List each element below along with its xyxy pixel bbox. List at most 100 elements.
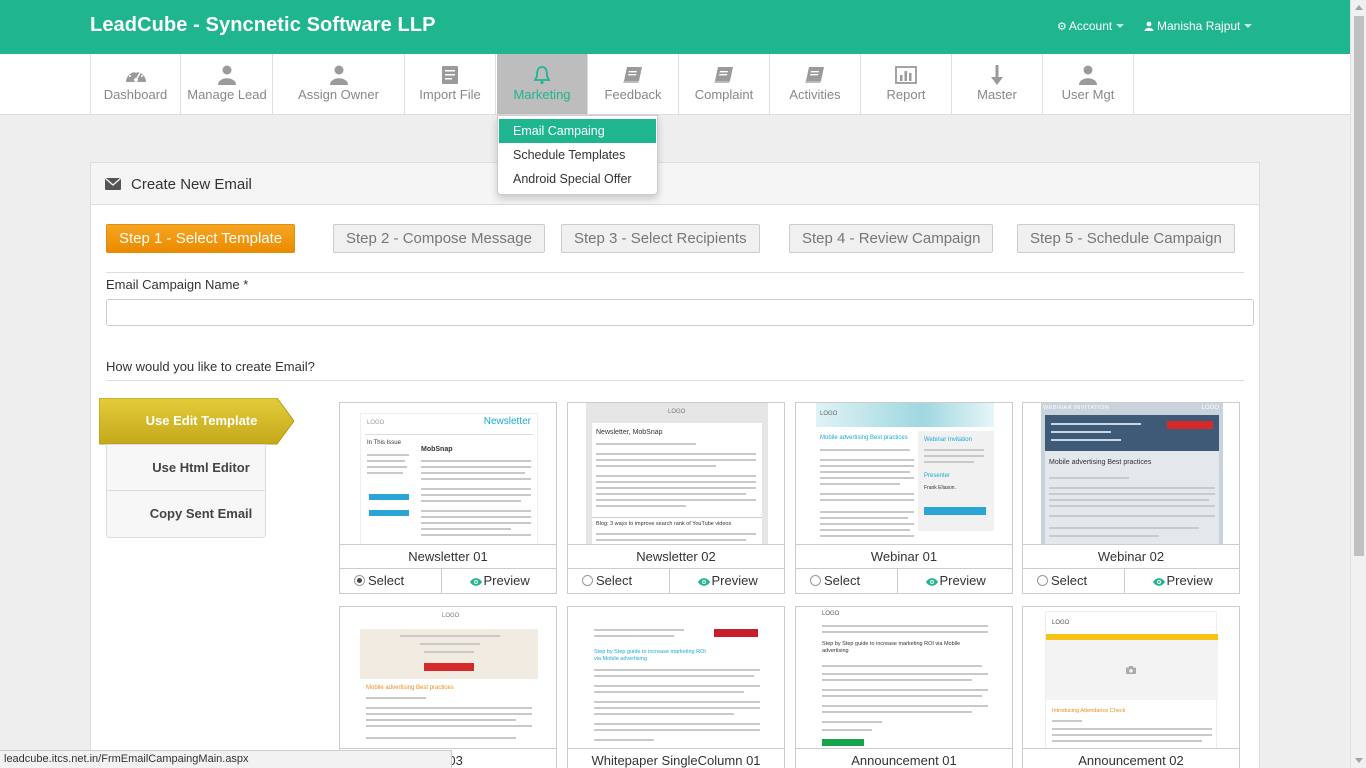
eye-icon xyxy=(925,578,938,586)
template-card: LOGO Newsletter In This Issue MobSnap Ne… xyxy=(339,402,557,594)
top-header: LeadCube - Syncnetic Software LLP ⚙ Accou… xyxy=(0,0,1350,54)
template-card: LOGO Mobile advertising Best practices a… xyxy=(339,606,557,768)
nav-item-activities[interactable]: Activities xyxy=(770,54,861,114)
step-4-button[interactable]: Step 4 - Review Campaign xyxy=(789,224,994,253)
select-radio[interactable]: Select xyxy=(1023,569,1125,593)
use-edit-template-tab[interactable]: Use Edit Template xyxy=(99,398,294,446)
file-icon xyxy=(442,66,458,84)
thumb-text: Presenter xyxy=(924,473,951,479)
step-3-button[interactable]: Step 3 - Select Recipients xyxy=(561,224,760,253)
template-thumbnail[interactable]: LOGO Step by Step guide to increase mark… xyxy=(796,607,1012,749)
step-2-button[interactable]: Step 2 - Compose Message xyxy=(333,224,545,253)
template-card: LOGO Step by Step guide to increase mark… xyxy=(795,606,1013,768)
nav-label: Dashboard xyxy=(103,87,168,102)
menu-item-android-special-offer[interactable]: Android Special Offer xyxy=(498,167,657,191)
use-html-editor-tab[interactable]: Use Html Editor xyxy=(106,444,266,491)
scrollbar-thumb[interactable] xyxy=(1354,16,1364,556)
thumb-text: In This Issue xyxy=(367,440,401,446)
select-radio[interactable]: Select xyxy=(568,569,670,593)
step-5-button[interactable]: Step 5 - Schedule Campaign xyxy=(1017,224,1235,253)
nav-label: User Mgt xyxy=(1061,87,1115,102)
create-email-panel: Create New Email Step 1 - Select Templat… xyxy=(90,162,1260,768)
bar-chart-icon xyxy=(895,66,917,84)
nav-item-marketing[interactable]: Marketing xyxy=(497,54,588,114)
thumb-logo: LOGO xyxy=(668,409,686,415)
preview-link[interactable]: Preview xyxy=(1125,569,1240,593)
thumb-title: Newsletter xyxy=(483,416,531,427)
campaign-name-input[interactable] xyxy=(106,299,1254,326)
preview-link[interactable]: Preview xyxy=(442,569,557,593)
preview-link[interactable]: Preview xyxy=(898,569,1013,593)
radio-icon xyxy=(582,575,593,586)
nav-item-feedback[interactable]: Feedback xyxy=(588,54,679,114)
select-label: Select xyxy=(1051,573,1088,588)
copy-sent-email-tab[interactable]: Copy Sent Email xyxy=(106,491,266,538)
nav-item-manage-lead[interactable]: Manage Lead xyxy=(182,54,273,114)
template-thumbnail[interactable]: LOGO Mobile advertising Best practices xyxy=(340,607,556,749)
template-card: LOGO Mobile advertising Best practices W… xyxy=(795,402,1013,594)
brand-title[interactable]: LeadCube - Syncnetic Software LLP xyxy=(90,14,436,37)
thumb-logo: LOGO xyxy=(822,611,840,617)
thumb-text: Newsletter, MobSnap xyxy=(596,429,663,436)
camera-icon xyxy=(1126,666,1136,674)
template-thumbnail[interactable]: LOGO Newsletter In This Issue MobSnap xyxy=(340,403,556,545)
status-url: leadcube.itcs.net.in/FrmEmailCampaingMai… xyxy=(0,750,452,768)
divider xyxy=(106,380,1244,381)
dashboard-icon xyxy=(125,71,146,82)
nav-label: Complaint xyxy=(694,87,754,102)
template-actions: Select Preview xyxy=(340,569,556,593)
thumb-text: Step by Step guide to increase marketing… xyxy=(594,649,706,662)
menu-item-schedule-templates[interactable]: Schedule Templates xyxy=(498,143,657,167)
vertical-scrollbar[interactable] xyxy=(1350,0,1366,768)
thumb-logo: LOGO xyxy=(367,420,385,426)
user-name: Manisha Rajput xyxy=(1157,19,1241,33)
template-name: Webinar 02 xyxy=(1023,545,1239,569)
template-thumbnail[interactable]: LOGO Mobile advertising Best practices W… xyxy=(796,403,1012,545)
template-card: LOGO Introducing Attendance Check Announ… xyxy=(1022,606,1240,768)
scroll-up-icon[interactable] xyxy=(1355,5,1363,10)
template-actions: Select Preview xyxy=(796,569,1012,593)
select-radio[interactable]: Select xyxy=(340,569,442,593)
book-icon xyxy=(623,67,642,83)
thumb-text: Blog: 3 ways to improve search rank of Y… xyxy=(596,521,732,527)
preview-label: Preview xyxy=(483,573,530,588)
eye-icon xyxy=(1152,578,1165,586)
template-name: Webinar 01 xyxy=(796,545,1012,569)
template-name: Newsletter 02 xyxy=(568,545,784,569)
preview-link[interactable]: Preview xyxy=(670,569,785,593)
thumb-logo: LOGO xyxy=(820,411,838,417)
template-name: Whitepaper SingleColumn 01 xyxy=(568,749,784,768)
user-menu[interactable]: Manisha Rajput xyxy=(1144,19,1253,33)
template-thumbnail[interactable]: Step by Step guide to increase marketing… xyxy=(568,607,784,749)
nav-item-report[interactable]: Report xyxy=(861,54,952,114)
caret-down-icon xyxy=(1116,24,1125,28)
bell-icon xyxy=(533,66,551,85)
nav-item-complaint[interactable]: Complaint xyxy=(679,54,770,114)
user-icon xyxy=(1144,21,1154,31)
nav-item-master[interactable]: Master xyxy=(952,54,1043,114)
arrow-down-icon xyxy=(991,65,1003,85)
panel-header: Create New Email xyxy=(91,163,1259,205)
template-thumbnail[interactable]: LOGO Newsletter, MobSnap Blog: 3 ways to… xyxy=(568,403,784,545)
template-thumbnail[interactable]: WEBINAR INVITATION LOGO Mobile advertisi… xyxy=(1023,403,1239,545)
select-radio[interactable]: Select xyxy=(796,569,898,593)
envelope-icon xyxy=(105,178,121,190)
template-thumbnail[interactable]: LOGO Introducing Attendance Check xyxy=(1023,607,1239,749)
how-create-label: How would you like to create Email? xyxy=(106,359,315,374)
nav-item-assign-owner[interactable]: Assign Owner xyxy=(273,54,405,114)
thumb-text: Introducing Attendance Check xyxy=(1052,708,1126,714)
thumb-logo: LOGO xyxy=(1052,620,1070,626)
scroll-down-icon[interactable] xyxy=(1355,758,1363,763)
thumb-text: Webinar Invitation xyxy=(924,437,972,443)
nav-label: Activities xyxy=(789,87,841,102)
menu-item-email-campaing[interactable]: Email Campaing xyxy=(499,119,656,143)
nav-item-import-file[interactable]: Import File xyxy=(405,54,496,114)
divider xyxy=(106,272,1244,273)
step-1-button[interactable]: Step 1 - Select Template xyxy=(106,224,296,253)
template-actions: Select Preview xyxy=(568,569,784,593)
nav-item-user-mgt[interactable]: User Mgt xyxy=(1043,54,1134,114)
radio-icon xyxy=(810,575,821,586)
nav-item-dashboard[interactable]: Dashboard xyxy=(90,54,181,114)
eye-icon xyxy=(697,578,710,586)
account-menu[interactable]: ⚙ Account xyxy=(1057,19,1125,33)
